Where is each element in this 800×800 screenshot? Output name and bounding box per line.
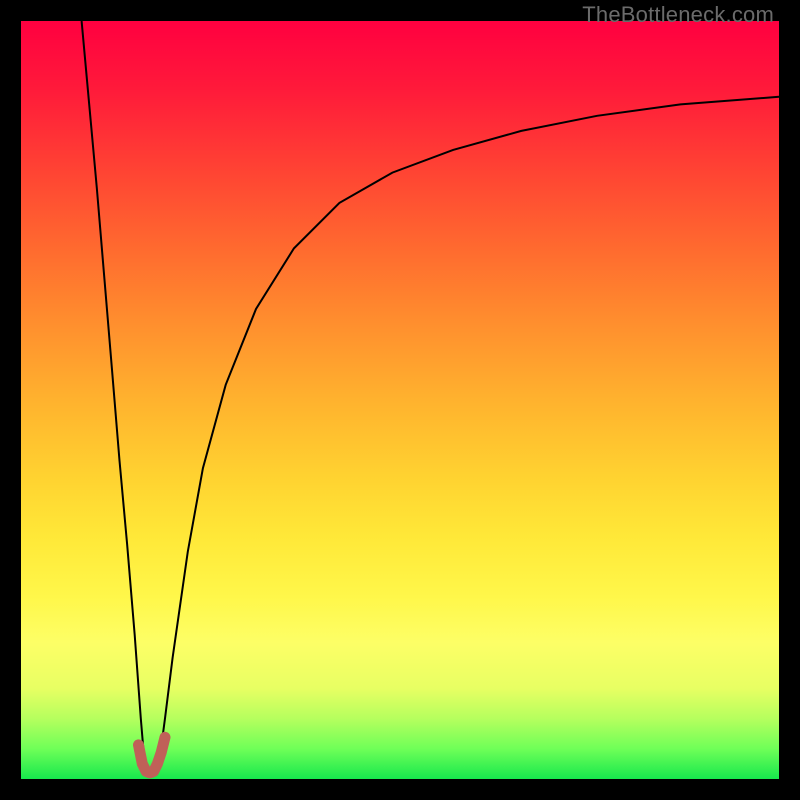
- watermark-text: TheBottleneck.com: [582, 2, 774, 28]
- valley-mark-path: [139, 737, 166, 773]
- chart-frame: TheBottleneck.com: [0, 0, 800, 800]
- right-branch-path: [159, 97, 779, 764]
- curve-layer: [21, 21, 779, 779]
- left-branch-path: [82, 21, 145, 764]
